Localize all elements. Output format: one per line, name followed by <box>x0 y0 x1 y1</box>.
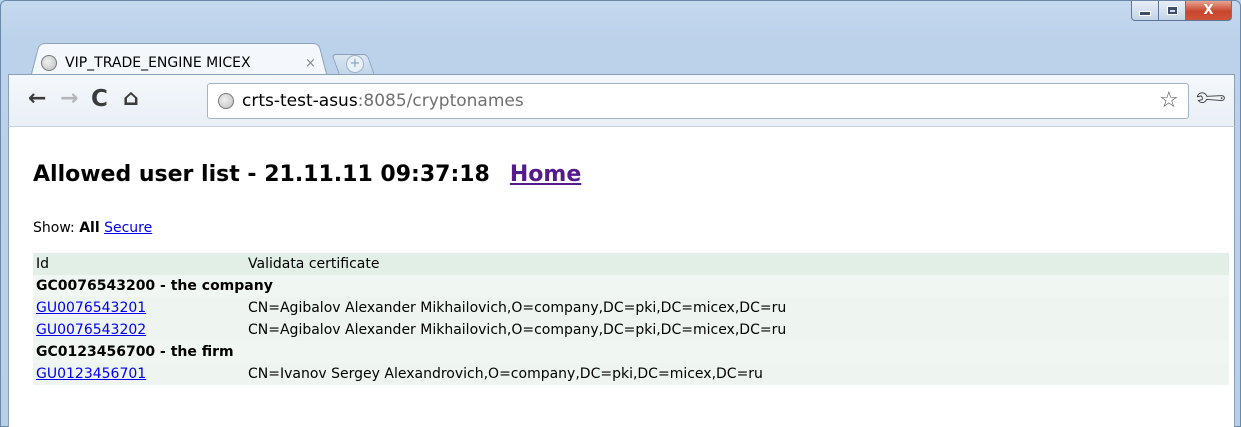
url-path: :8085/cryptonames <box>357 91 524 111</box>
certificate-cell: CN=Agibalov Alexander Mikhailovich,O=com… <box>245 297 1229 319</box>
forward-arrow-icon[interactable]: → <box>60 87 78 111</box>
allowed-users-table: Id Validata certificate GC0076543200 - t… <box>33 253 1229 385</box>
maximize-icon <box>1166 6 1178 15</box>
table-row: GU0123456701 CN=Ivanov Sergey Alexandrov… <box>33 363 1229 385</box>
home-link[interactable]: Home <box>510 162 581 187</box>
user-id-link[interactable]: GU0123456701 <box>36 366 146 382</box>
page-globe-icon <box>41 55 57 71</box>
url-host: crts-test-asus <box>242 91 358 111</box>
group-title: GC0076543200 - the company <box>33 275 1229 297</box>
show-all-current: All <box>79 220 100 236</box>
column-header-id: Id <box>33 253 245 275</box>
id-cell: GU0076543201 <box>33 297 245 319</box>
site-globe-icon <box>218 93 234 109</box>
close-window-button[interactable]: X <box>1186 1 1232 21</box>
window-controls: X <box>1131 1 1232 23</box>
show-filter: Show: All Secure <box>33 220 152 236</box>
page-title: Allowed user list - 21.11.11 09:37:18 Hom… <box>33 162 581 187</box>
back-arrow-icon[interactable]: ← <box>28 87 46 111</box>
bookmark-star-icon[interactable]: ☆ <box>1159 88 1179 113</box>
close-icon: X <box>1203 3 1214 18</box>
browser-toolbar: ← → C ⌂ crts-test-asus:8085/cryptonames … <box>8 74 1235 126</box>
certificate-cell: CN=Agibalov Alexander Mikhailovich,O=com… <box>245 319 1229 341</box>
tab-active[interactable]: VIP_TRADE_ENGINE MICEX × <box>41 49 321 77</box>
home-icon[interactable]: ⌂ <box>123 87 139 111</box>
group-row: GC0076543200 - the company <box>33 275 1229 297</box>
page-content: Allowed user list - 21.11.11 09:37:18 Hom… <box>8 126 1235 427</box>
show-secure-link[interactable]: Secure <box>104 220 152 236</box>
browser-window: X VIP_TRADE_ENGINE MICEX × + ← → C ⌂ crt… <box>0 0 1241 427</box>
address-bar[interactable]: crts-test-asus:8085/cryptonames <box>207 83 1189 119</box>
maximize-button[interactable] <box>1159 1 1186 21</box>
wrench-icon[interactable]: 🔧︎ <box>1192 80 1229 117</box>
show-label: Show: <box>33 220 75 236</box>
table-header-row: Id Validata certificate <box>33 253 1229 275</box>
tab-title: VIP_TRADE_ENGINE MICEX <box>65 55 251 71</box>
tab-close-icon[interactable]: × <box>305 56 316 71</box>
new-tab-plus-icon[interactable]: + <box>346 55 364 73</box>
id-cell: GU0076543202 <box>33 319 245 341</box>
table-row: GU0076543201 CN=Agibalov Alexander Mikha… <box>33 297 1229 319</box>
page-title-text: Allowed user list - 21.11.11 09:37:18 <box>33 162 490 187</box>
group-title: GC0123456700 - the firm <box>33 341 1229 363</box>
certificate-cell: CN=Ivanov Sergey Alexandrovich,O=company… <box>245 363 1229 385</box>
group-row: GC0123456700 - the firm <box>33 341 1229 363</box>
column-header-certificate: Validata certificate <box>245 253 1229 275</box>
user-id-link[interactable]: GU0076543202 <box>36 322 146 338</box>
user-id-link[interactable]: GU0076543201 <box>36 300 146 316</box>
minimize-icon <box>1139 11 1151 16</box>
table-row: GU0076543202 CN=Agibalov Alexander Mikha… <box>33 319 1229 341</box>
minimize-button[interactable] <box>1131 1 1159 21</box>
reload-icon[interactable]: C <box>91 87 108 111</box>
id-cell: GU0123456701 <box>33 363 245 385</box>
